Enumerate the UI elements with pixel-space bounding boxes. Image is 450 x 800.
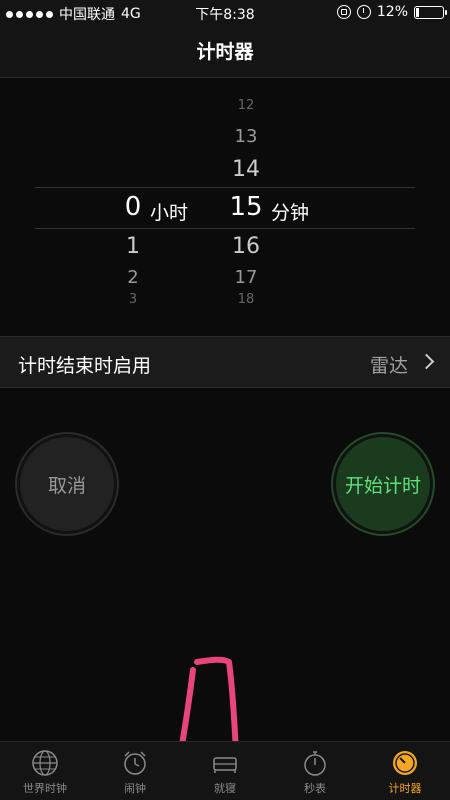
minutes-below-2: 17 [234,267,258,288]
tab-label: 世界时钟 [23,782,67,795]
tab-alarm[interactable]: 闹钟 [90,742,180,800]
hours-unit: 小时 [150,202,189,224]
minutes-selected: 15 [229,192,263,222]
time-picker[interactable]: 0 1 2 3 小时 12 13 14 15 16 17 18 分钟 [0,78,450,330]
globe-icon [32,750,58,776]
tab-stopwatch[interactable]: 秒表 [270,742,360,800]
tab-bar: 世界时钟 闹钟 就寝 秒表 计时器 [0,741,450,800]
status-bar: 中国联通 4G 下午8:38 12% [0,0,450,26]
start-timer-button[interactable]: 开始计时 [333,434,433,534]
tab-world-clock[interactable]: 世界时钟 [0,742,90,800]
minutes-wheel[interactable]: 12 13 14 15 16 17 18 [221,78,271,330]
battery-percent: 12% [376,4,408,20]
hours-below-1: 1 [126,234,140,259]
minutes-above-3: 14 [232,157,260,182]
timer-icon [393,751,417,775]
ringtone-value: 雷达 [369,355,408,377]
battery-icon [414,5,447,19]
alarm-icon [356,5,371,19]
hours-below-2: 2 [127,267,139,288]
tab-bedtime[interactable]: 就寝 [180,742,270,800]
orientation-lock-icon [336,5,351,19]
minutes-below-1: 16 [232,234,260,259]
minutes-above-1: 12 [237,98,255,113]
tab-timer[interactable]: 计时器 [360,742,450,800]
minutes-unit: 分钟 [271,202,310,224]
chevron-right-icon [418,353,435,370]
bed-icon [213,757,237,773]
hours-below-3: 3 [128,292,138,307]
when-timer-ends-row[interactable]: 计时结束时启用 雷达 [0,336,450,388]
cancel-button[interactable]: 取消 [17,434,117,534]
minutes-above-2: 13 [234,126,258,147]
tab-label: 闹钟 [124,782,146,795]
alarm-clock-icon [124,751,146,775]
tab-label: 秒表 [304,782,326,795]
tab-label: 就寝 [214,782,236,795]
stopwatch-icon [304,751,326,776]
page-title: 计时器 [196,41,254,63]
tab-label: 计时器 [388,782,422,795]
cancel-button-label: 取消 [47,474,86,497]
minutes-below-3: 18 [237,292,255,307]
status-right: 12% [336,4,447,20]
when-timer-ends-label: 计时结束时启用 [18,355,152,377]
navigation-bar: 计时器 [0,26,450,78]
start-timer-button-label: 开始计时 [344,474,421,497]
